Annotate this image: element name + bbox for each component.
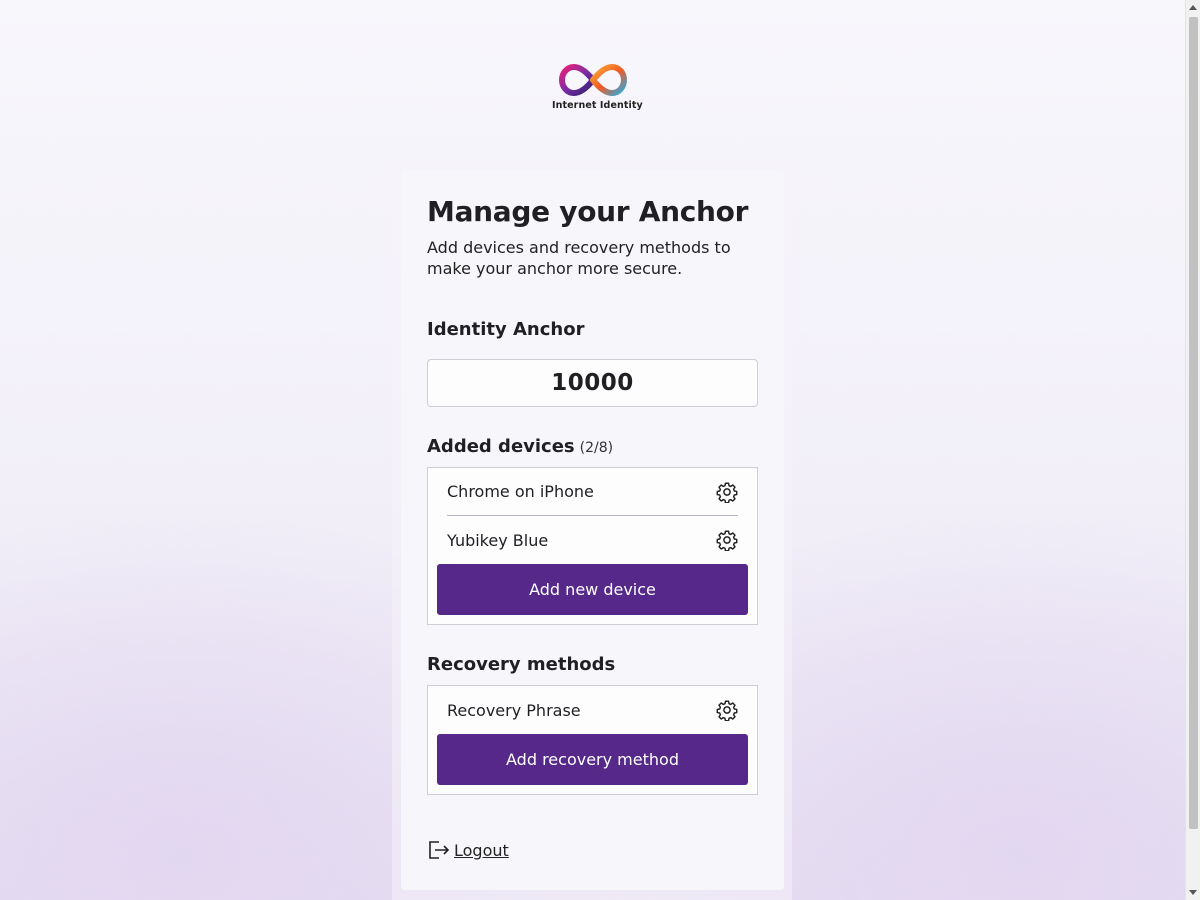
- identity-anchor-label: Identity Anchor: [427, 319, 585, 340]
- device-count: (2/8): [579, 440, 614, 456]
- list-item: Chrome on iPhone: [447, 468, 738, 516]
- scroll-down-icon[interactable]: [1189, 890, 1197, 895]
- logout-label: Logout: [454, 840, 509, 860]
- gear-icon[interactable]: [716, 699, 738, 721]
- identity-anchor-value: 10000: [427, 359, 758, 407]
- vertical-scrollbar[interactable]: [1185, 0, 1200, 900]
- list-item: Recovery Phrase: [447, 686, 738, 734]
- scroll-thumb[interactable]: [1189, 17, 1198, 829]
- logout-icon: [429, 841, 450, 859]
- add-new-device-button[interactable]: Add new device: [437, 564, 748, 615]
- logout-link[interactable]: Logout: [428, 840, 509, 860]
- page-title: Manage your Anchor: [427, 195, 749, 228]
- gear-icon[interactable]: [716, 529, 738, 551]
- internet-identity-logo: Internet Identity: [552, 62, 643, 122]
- recovery-list: Recovery Phrase Add recovery method: [427, 685, 758, 795]
- page-subtitle: Add devices and recovery methods to make…: [427, 238, 731, 278]
- recovery-method-name: Recovery Phrase: [447, 700, 581, 720]
- list-item: Yubikey Blue: [447, 516, 738, 564]
- added-devices-label: Added devices: [427, 436, 575, 457]
- device-name: Chrome on iPhone: [447, 482, 594, 501]
- scroll-up-icon[interactable]: [1189, 5, 1197, 10]
- recovery-methods-label: Recovery methods: [427, 654, 616, 675]
- device-name: Yubikey Blue: [447, 530, 549, 550]
- infinity-logo-icon: [558, 63, 628, 97]
- manage-anchor-card: Manage your Anchor Add devices and recov…: [401, 170, 784, 890]
- logo-text: Internet Identity: [552, 100, 643, 111]
- device-list: Chrome on iPhone Yubikey Blue Add new de…: [427, 467, 758, 625]
- added-devices-heading: Added devices (2/8): [427, 436, 758, 457]
- page-viewport: Internet Identity Manage your Anchor Add…: [0, 0, 1185, 900]
- gear-icon[interactable]: [716, 481, 738, 503]
- add-recovery-method-button[interactable]: Add recovery method: [437, 734, 748, 785]
